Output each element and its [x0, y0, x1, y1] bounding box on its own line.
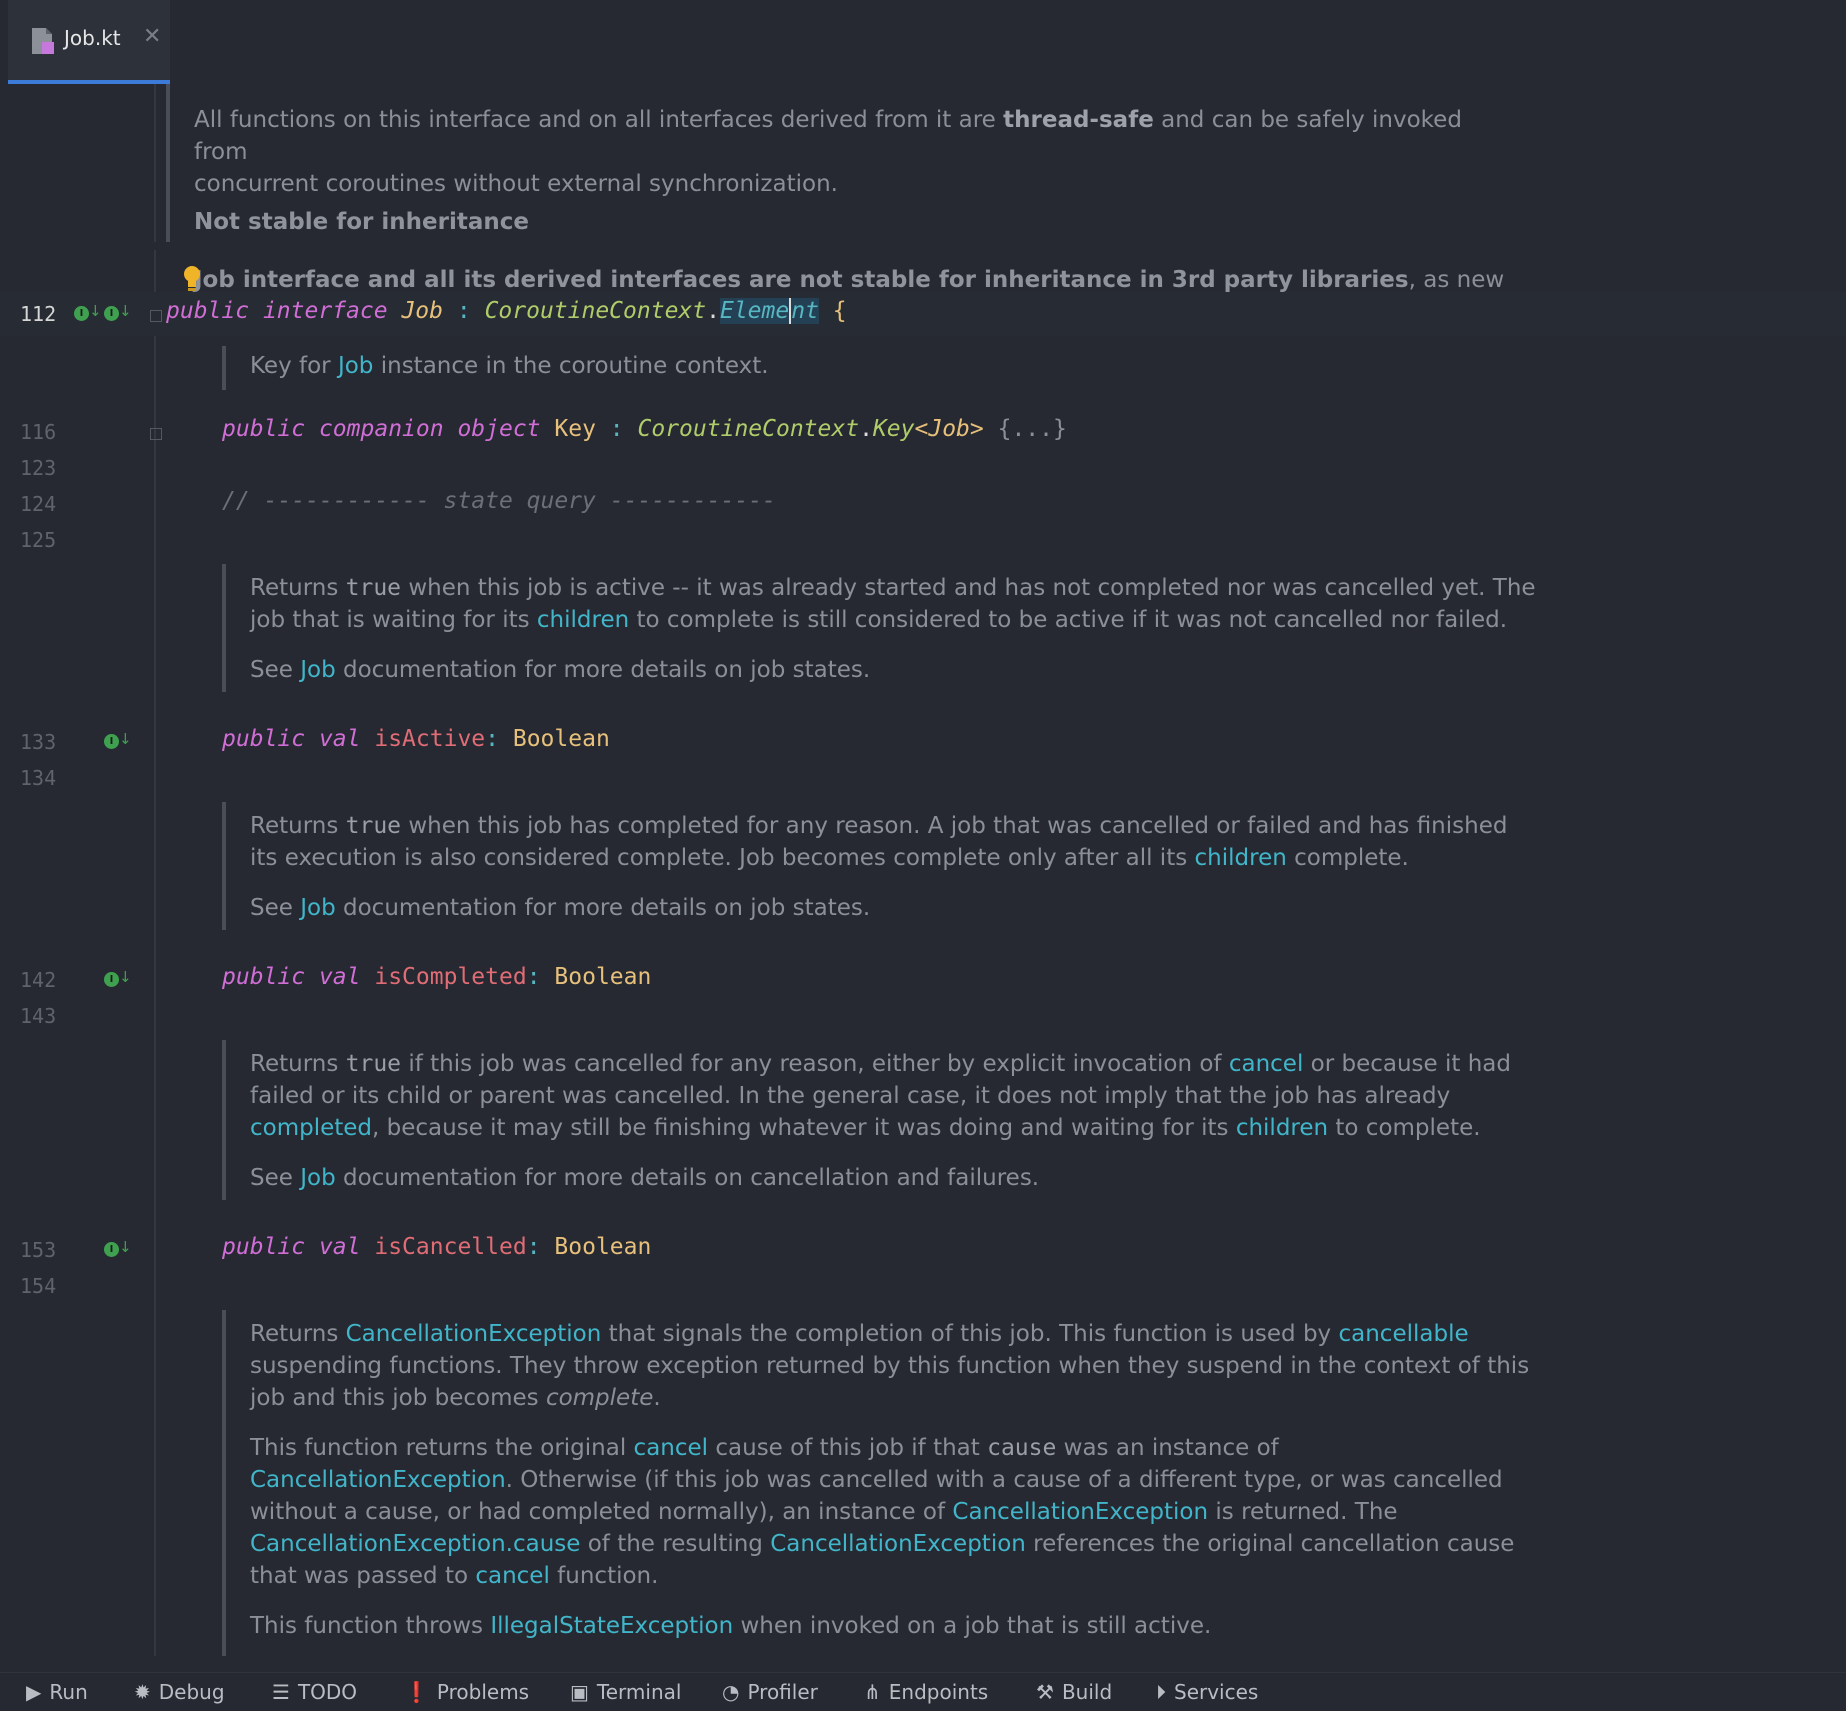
- header-doc-fade: [150, 242, 1500, 250]
- implemented-icon[interactable]: I ↓: [104, 968, 132, 987]
- line-number: 125: [20, 528, 57, 552]
- doc-comment-is-completed: Returns true when this job has completed…: [222, 802, 1540, 930]
- header-doc-accent: [166, 84, 170, 248]
- profiler-button[interactable]: ◔ Profiler: [722, 1679, 818, 1705]
- is-completed-declaration[interactable]: public val isCompleted: Boolean: [222, 964, 651, 990]
- code-editor[interactable]: All functions on this interface and on a…: [0, 84, 1846, 1656]
- is-active-declaration[interactable]: public val isActive: Boolean: [222, 726, 610, 752]
- terminal-button[interactable]: ▣ Terminal: [570, 1679, 681, 1705]
- doc-link[interactable]: CancellationException: [770, 1531, 1026, 1557]
- line-number: 143: [20, 1004, 57, 1028]
- doc-link[interactable]: Job: [300, 1165, 335, 1191]
- hammer-icon: ⚒: [1036, 1680, 1054, 1704]
- doc-link[interactable]: IllegalStateException: [490, 1613, 733, 1639]
- debug-button[interactable]: ✹ Debug: [134, 1679, 225, 1705]
- implemented-icon[interactable]: I ↓: [104, 302, 132, 321]
- doc-link[interactable]: Job: [300, 657, 335, 683]
- companion-object-declaration[interactable]: public companion object Key : CoroutineC…: [222, 416, 1067, 442]
- fold-marker-icon[interactable]: [150, 310, 162, 322]
- folded-region[interactable]: {...}: [998, 416, 1067, 442]
- editor-tab-bar: Job.kt ✕: [0, 0, 1846, 84]
- doc-comment-cancellation-exception: Returns CancellationException that signa…: [222, 1310, 1540, 1656]
- todo-button[interactable]: ☰ TODO: [272, 1679, 357, 1705]
- doc-link[interactable]: CancellationException: [952, 1499, 1208, 1525]
- implemented-icon[interactable]: I ↓: [104, 1238, 132, 1257]
- build-button[interactable]: ⚒ Build: [1036, 1679, 1112, 1705]
- list-icon: ☰: [272, 1680, 290, 1704]
- terminal-icon: ▣: [570, 1680, 589, 1704]
- line-number: 134: [20, 766, 57, 790]
- doc-heading: Not stable for inheritance: [194, 209, 529, 235]
- header-doc: All functions on this interface and on a…: [194, 104, 1514, 296]
- doc-link[interactable]: cancel: [634, 1435, 709, 1461]
- kotlin-file-icon: [32, 28, 54, 54]
- doc-comment-is-cancelled: Returns true if this job was cancelled f…: [222, 1040, 1540, 1200]
- tab-label: Job.kt: [64, 26, 121, 50]
- close-icon[interactable]: ✕: [143, 24, 161, 49]
- doc-link[interactable]: CancellationException.cause: [250, 1531, 580, 1557]
- doc-comment-key: Key for Job instance in the coroutine co…: [222, 346, 1540, 390]
- line-number: 133: [20, 730, 57, 754]
- endpoints-button[interactable]: ⋔ Endpoints: [864, 1679, 988, 1705]
- services-button[interactable]: ⏵ Services: [1156, 1679, 1258, 1705]
- endpoints-icon: ⋔: [864, 1680, 881, 1704]
- doc-link[interactable]: cancel: [1229, 1051, 1304, 1077]
- run-button[interactable]: ▶ Run: [26, 1679, 88, 1705]
- doc-link[interactable]: cancel: [475, 1563, 550, 1589]
- doc-link[interactable]: children: [537, 607, 629, 633]
- doc-link[interactable]: Job: [300, 895, 335, 921]
- line-number: 124: [20, 492, 57, 516]
- fold-marker-icon[interactable]: [150, 428, 162, 440]
- doc-link[interactable]: Job: [338, 353, 373, 379]
- bug-icon: ✹: [134, 1680, 151, 1704]
- play-icon: ▶: [26, 1680, 42, 1704]
- problems-button[interactable]: ❗ Problems: [404, 1679, 529, 1705]
- line-number: 154: [20, 1274, 57, 1298]
- interface-declaration[interactable]: public interface Job : CoroutineContext.…: [166, 298, 847, 324]
- code-comment[interactable]: // ------------ state query ------------: [222, 488, 776, 514]
- doc-comment-is-active: Returns true when this job is active -- …: [222, 564, 1540, 692]
- line-number: 142: [20, 968, 57, 992]
- gauge-icon: ◔: [722, 1680, 740, 1704]
- doc-link[interactable]: CancellationException: [346, 1321, 602, 1347]
- tab-job-kt[interactable]: Job.kt ✕: [8, 0, 170, 84]
- implemented-icon[interactable]: I ↓: [104, 730, 132, 749]
- line-number: 112: [20, 302, 57, 326]
- implemented-icon[interactable]: I ↓: [74, 302, 102, 321]
- services-icon: ⏵: [1156, 1680, 1166, 1704]
- line-number: 116: [20, 420, 57, 444]
- line-number: 153: [20, 1238, 57, 1262]
- tool-window-bar: ▶ Run ✹ Debug ☰ TODO ❗ Problems ▣ Terminal ◔ P…: [0, 1672, 1846, 1711]
- doc-link[interactable]: children: [1195, 845, 1287, 871]
- line-number: 123: [20, 456, 57, 480]
- lightbulb-icon[interactable]: [182, 264, 202, 292]
- doc-link[interactable]: children: [1236, 1115, 1328, 1141]
- doc-link[interactable]: CancellationException: [250, 1467, 506, 1493]
- warning-icon: ❗: [404, 1680, 429, 1704]
- doc-link[interactable]: cancellable: [1338, 1321, 1468, 1347]
- is-cancelled-declaration[interactable]: public val isCancelled: Boolean: [222, 1234, 651, 1260]
- doc-link[interactable]: completed: [250, 1115, 372, 1141]
